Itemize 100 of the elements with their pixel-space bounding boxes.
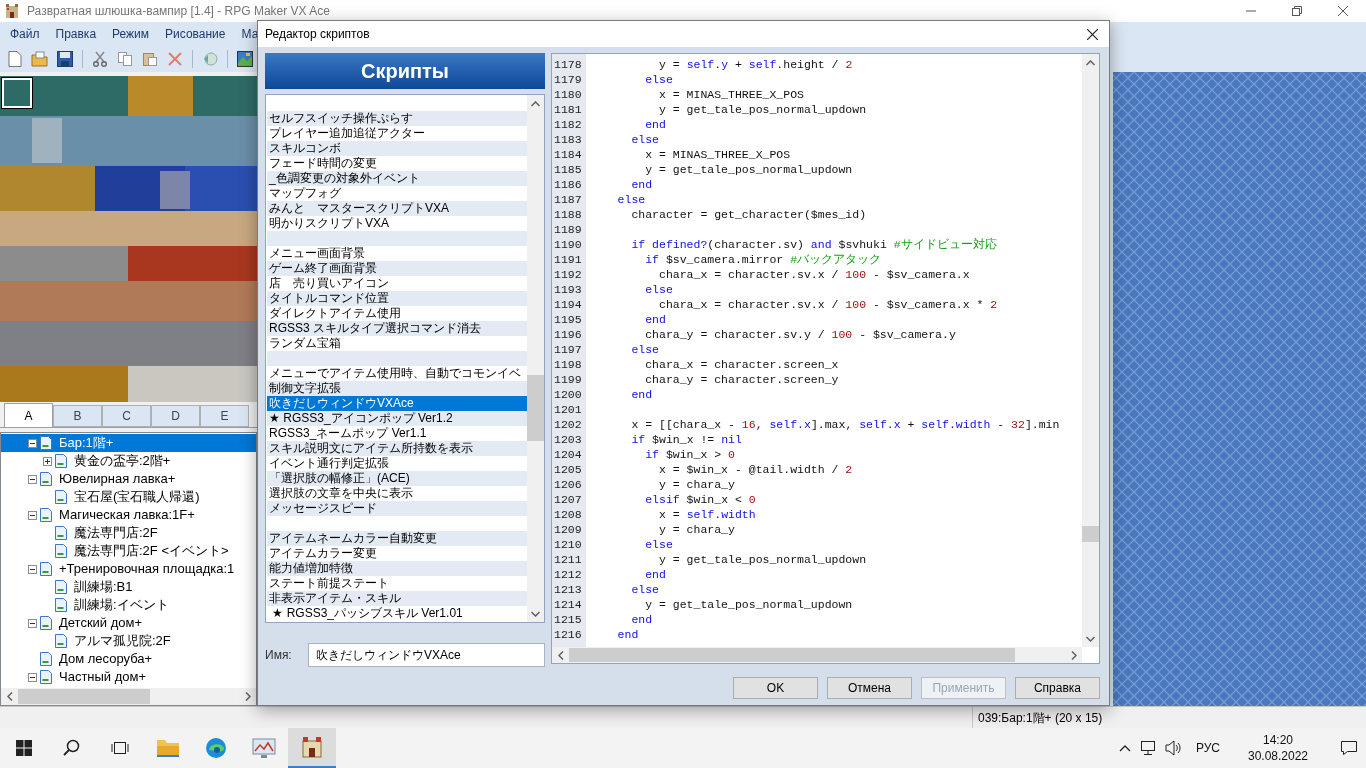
page-icon[interactable] xyxy=(55,580,67,594)
scrollbar-thumb[interactable] xyxy=(1082,526,1099,542)
copy-icon[interactable] xyxy=(117,51,133,67)
delete-icon[interactable] xyxy=(167,51,183,67)
menu-item[interactable]: Рисование xyxy=(157,25,234,43)
code-editor[interactable] xyxy=(551,53,1100,664)
collapse-icon[interactable] xyxy=(28,474,37,484)
collapse-icon[interactable] xyxy=(28,510,37,520)
page-icon[interactable] xyxy=(40,670,52,684)
collapse-icon[interactable] xyxy=(28,672,37,682)
tileset-tab[interactable]: C xyxy=(102,405,151,427)
tree-item[interactable]: Ювелирная лавка+ xyxy=(58,470,177,488)
page-icon[interactable] xyxy=(55,526,67,540)
expand-icon[interactable] xyxy=(43,456,52,466)
line-number: 1199 xyxy=(554,372,583,387)
collapse-icon[interactable] xyxy=(28,438,37,448)
folder-icon[interactable] xyxy=(31,51,48,67)
tree-item[interactable]: Бар:1階+ xyxy=(58,434,115,452)
task-view-icon[interactable] xyxy=(111,740,129,756)
page-icon[interactable] xyxy=(40,562,52,576)
name-field[interactable]: 吹きだしウィンドウVXAce xyxy=(308,643,545,667)
page-icon[interactable] xyxy=(55,598,67,612)
tree-item[interactable]: 魔法専門店:2F xyxy=(73,524,159,542)
line-number: 1205 xyxy=(554,462,583,477)
menu-item[interactable]: Правка xyxy=(47,25,105,43)
tree-item[interactable]: 訓練場:B1 xyxy=(73,578,134,596)
scrollbar-thumb[interactable] xyxy=(18,689,150,704)
active-app-button[interactable] xyxy=(288,728,336,768)
code-line: y = get_tale_pos_normal_updown xyxy=(644,162,854,177)
tree-item[interactable]: +Тренировочная площадка:1 xyxy=(58,560,236,578)
page-icon[interactable] xyxy=(40,436,52,450)
script-item[interactable]: 吹きだしウィンドウVXAce xyxy=(267,396,527,411)
script-item[interactable]: セルフスイッチ操作ぷらす xyxy=(267,111,527,126)
script-item[interactable]: アイテムネームカラー自動変更 xyxy=(267,531,527,546)
page-icon[interactable] xyxy=(55,454,67,468)
page-icon[interactable] xyxy=(55,490,67,504)
vertical-scrollbar[interactable] xyxy=(1082,54,1099,647)
page-icon[interactable] xyxy=(40,508,52,522)
script-item[interactable]: 非表示アイテム・スキル xyxy=(267,591,527,606)
tileset-tab[interactable]: D xyxy=(151,405,200,427)
browser-icon[interactable] xyxy=(205,737,227,759)
menu-item[interactable]: Файл xyxy=(2,25,48,43)
notification-icon[interactable] xyxy=(1340,740,1358,756)
script-item[interactable]: タイトルコマンド位置 xyxy=(267,291,527,306)
tree-item[interactable]: 魔法専門店:2F <イベント> xyxy=(73,542,230,560)
script-item[interactable]: _色調変更の対象外イベント xyxy=(267,171,527,186)
paste-icon[interactable] xyxy=(142,51,158,67)
network-icon[interactable] xyxy=(1139,740,1156,756)
tileset-tab[interactable]: B xyxy=(53,405,102,427)
script-item[interactable]: RGSS3 スキルタイプ選択コマンド消去 xyxy=(267,321,527,336)
vertical-scrollbar[interactable] xyxy=(527,95,544,622)
chevron-up-icon[interactable] xyxy=(1118,744,1131,752)
tree-item[interactable]: アルマ孤児院:2F xyxy=(73,632,172,650)
line-number: 1216 xyxy=(554,627,583,642)
script-item[interactable]: 制御文字拡張 xyxy=(267,381,527,396)
map-icon[interactable] xyxy=(237,51,253,67)
dialog-button[interactable]: Справка xyxy=(1015,677,1100,699)
collapse-icon[interactable] xyxy=(28,564,37,574)
tileset-tab[interactable]: E xyxy=(200,405,249,427)
speaker-icon[interactable] xyxy=(1164,740,1183,756)
horizontal-scrollbar[interactable] xyxy=(552,647,1082,663)
menu-item[interactable]: Режим xyxy=(104,25,158,43)
horizontal-scrollbar[interactable] xyxy=(1,688,256,705)
page-icon[interactable] xyxy=(40,472,52,486)
page-icon[interactable] xyxy=(40,616,52,630)
new-page-icon[interactable] xyxy=(8,51,22,67)
page-icon[interactable] xyxy=(55,544,67,558)
tree-item[interactable]: Детский дом+ xyxy=(58,614,144,632)
page-icon[interactable] xyxy=(40,652,52,666)
folder-icon[interactable] xyxy=(156,738,180,758)
scissors-icon[interactable] xyxy=(92,51,108,67)
windows-icon[interactable] xyxy=(16,740,32,756)
save-icon[interactable] xyxy=(57,51,73,67)
clock-time[interactable]: 14:20 xyxy=(1263,732,1293,748)
tree-item[interactable]: 訓練場:イベント xyxy=(73,596,170,614)
language-indicator[interactable]: РУС xyxy=(1195,739,1220,757)
dialog-button[interactable]: OK xyxy=(733,677,818,699)
dialog-button[interactable]: Отмена xyxy=(827,677,912,699)
tileset-tab[interactable]: A xyxy=(4,403,53,427)
tree-item[interactable]: Дом лесоруба+ xyxy=(58,650,154,668)
collapse-icon[interactable] xyxy=(28,618,37,628)
scrollbar-thumb[interactable] xyxy=(569,648,1015,662)
script-item[interactable]: スキルコンボ xyxy=(267,141,527,156)
script-item[interactable]: 能力値増加特徴 xyxy=(267,561,527,576)
script-item[interactable]: メッセージスピード xyxy=(267,501,527,516)
script-item[interactable]: 「選択肢の幅修正」(ACE) xyxy=(267,471,527,486)
script-item[interactable]: ★ RGSS3_アイコンポップ Ver1.2 xyxy=(267,411,527,426)
script-item[interactable]: ゲーム終了画面背景 xyxy=(267,261,527,276)
tree-item[interactable]: 宝石屋(宝石職人帰還) xyxy=(73,488,201,506)
scrollbar-thumb[interactable] xyxy=(527,375,544,441)
script-item[interactable]: スキル説明文にアイテム所持数を表示 xyxy=(267,441,527,456)
tree-item[interactable]: 黄金の盃亭:2階+ xyxy=(73,452,172,470)
monitor-icon[interactable] xyxy=(252,737,276,759)
search-icon[interactable] xyxy=(63,739,81,757)
clock-date[interactable]: 30.08.2022 xyxy=(1247,748,1309,764)
tree-item[interactable]: Магическая лавка:1F+ xyxy=(58,506,196,524)
castle-icon xyxy=(300,735,324,759)
script-item[interactable]: みんと マスタースクリプトVXA xyxy=(267,201,527,216)
page-icon[interactable] xyxy=(55,634,67,648)
tree-item[interactable]: Частный дом+ xyxy=(58,668,148,686)
